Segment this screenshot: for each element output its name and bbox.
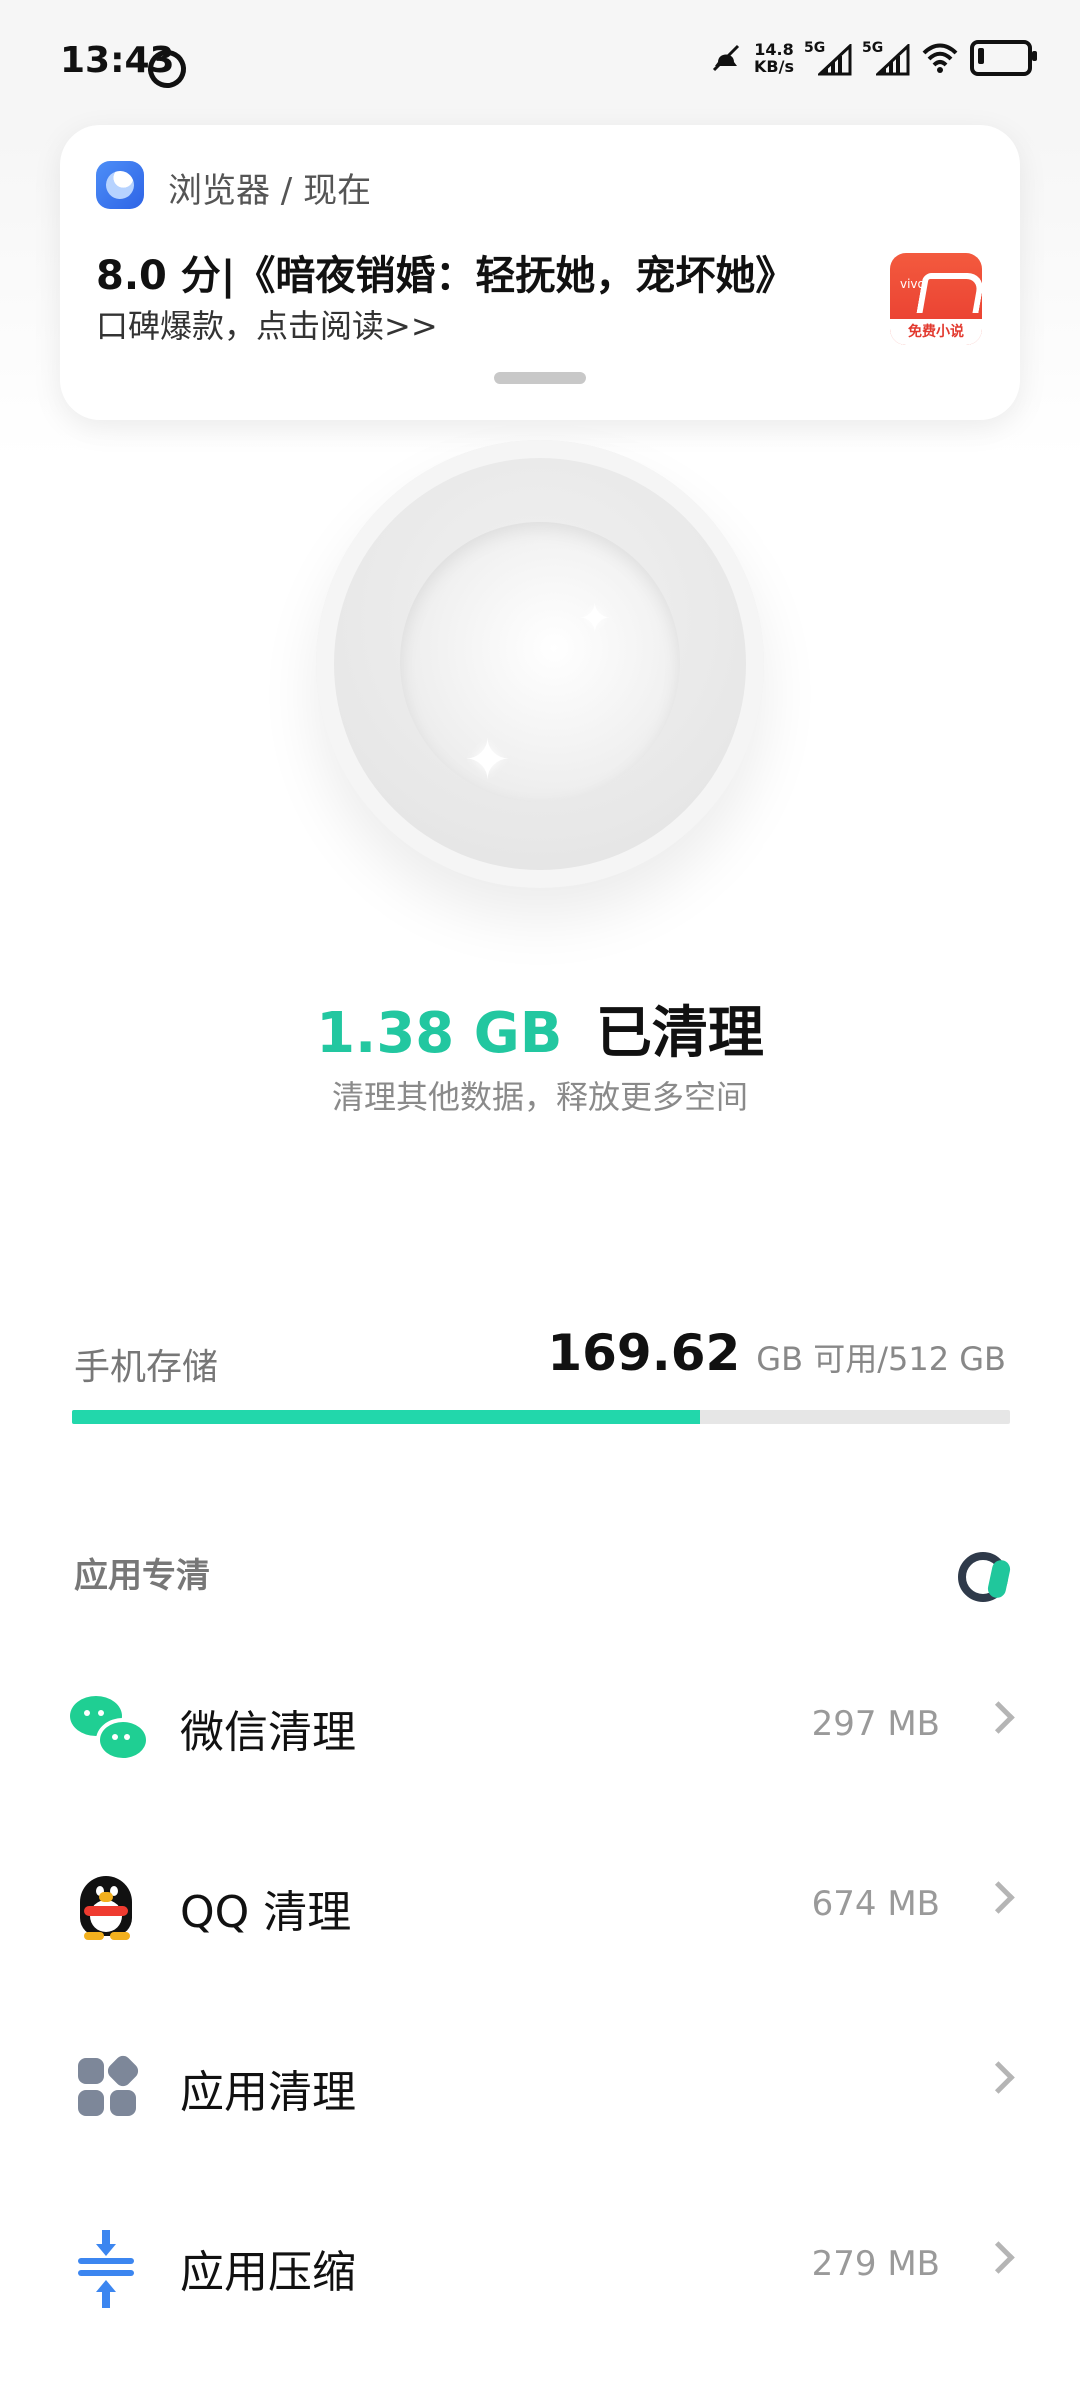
- alarm-off-icon: [712, 44, 740, 72]
- storage-progress-bar: [72, 1410, 1010, 1424]
- list-item-label: 应用压缩: [180, 2247, 356, 2298]
- signal-bars-icon: [818, 44, 852, 76]
- list-item-wechat[interactable]: 微信清理 297 MB: [0, 1628, 1080, 1808]
- signal-sim1: 5G: [804, 40, 852, 76]
- list-item-label: QQ 清理: [180, 1887, 352, 1938]
- sparkle-icon: ✦: [578, 596, 612, 642]
- network-speed-value: 14.8: [754, 40, 794, 59]
- thumbnail-label: 免费小说: [890, 319, 982, 345]
- signal-bars-icon: [876, 44, 910, 76]
- list-item-label: 应用清理: [180, 2067, 356, 2118]
- chevron-right-icon: [982, 1701, 1015, 1734]
- network-speed-unit: KB/s: [754, 57, 794, 76]
- list-item-size: 297 MB: [811, 1704, 940, 1744]
- section-title: 应用专清: [74, 1556, 210, 1596]
- signal-sim2: 5G: [862, 40, 910, 76]
- browser-icon: [96, 161, 144, 209]
- wifi-icon: [922, 43, 958, 73]
- storage-progress-fill: [72, 1410, 700, 1424]
- list-item-size: 674 MB: [811, 1884, 940, 1924]
- status-icons: 14.8 KB/s 5G 5G: [708, 40, 1037, 76]
- battery-icon: [970, 40, 1037, 76]
- list-item-app-compress[interactable]: 应用压缩 279 MB: [0, 2168, 1080, 2348]
- status-bar: 13:43 14.8 KB/s 5G 5G: [0, 0, 1080, 130]
- notification-card[interactable]: 浏览器 / 现在 8.0 分|《暗夜销婚：轻抚她，宠坏她》 口碑爆款，点击阅读>…: [60, 125, 1020, 420]
- qq-icon: [70, 1870, 142, 1942]
- chevron-right-icon: [982, 1881, 1015, 1914]
- app-clean-list: 微信清理 297 MB QQ 清理 674 MB 应用清理 应用压缩 279 M…: [0, 1628, 1080, 2348]
- notification-app-name: 浏览器 / 现在: [168, 171, 372, 211]
- cleaned-suffix: 已清理: [595, 1001, 764, 1066]
- compress-icon: [70, 2230, 142, 2308]
- cleanup-icon[interactable]: [958, 1550, 1012, 1602]
- cleaner-bin-illustration: ✦ ✦: [316, 440, 764, 888]
- apps-grid-icon: [70, 2050, 142, 2122]
- list-item-app-clean[interactable]: 应用清理: [0, 1988, 1080, 2168]
- notification-drag-handle[interactable]: [494, 372, 586, 384]
- list-item-label: 微信清理: [180, 1707, 356, 1758]
- storage-label: 手机存储: [74, 1347, 219, 1388]
- storage-capacity-text: GB 可用/512 GB: [756, 1340, 1006, 1378]
- storage-values: 169.62 GB 可用/512 GB: [547, 1324, 1006, 1382]
- cleaned-amount: 1.38 GB: [316, 1001, 563, 1066]
- notification-title: 8.0 分|《暗夜销婚：轻抚她，宠坏她》: [96, 253, 796, 299]
- cleaned-summary: 1.38 GB 已清理: [0, 988, 1080, 1069]
- wechat-icon: [70, 1690, 150, 1762]
- notification-subtitle: 口碑爆款，点击阅读>>: [96, 307, 438, 345]
- clean-hint: 清理其他数据，释放更多空间: [331, 1078, 748, 1116]
- list-item-qq[interactable]: QQ 清理 674 MB: [0, 1808, 1080, 1988]
- bin-inner: [400, 522, 680, 802]
- notification-thumbnail: vivo 免费小说: [890, 253, 982, 345]
- chevron-right-icon: [982, 2241, 1015, 2274]
- list-item-size: 279 MB: [811, 2244, 940, 2284]
- network-speed: 14.8 KB/s: [754, 41, 794, 75]
- sparkle-icon: ✦: [464, 728, 511, 793]
- chevron-right-icon: [982, 2061, 1015, 2094]
- book-icon: [916, 273, 982, 313]
- storage-available: 169.62: [547, 1324, 741, 1382]
